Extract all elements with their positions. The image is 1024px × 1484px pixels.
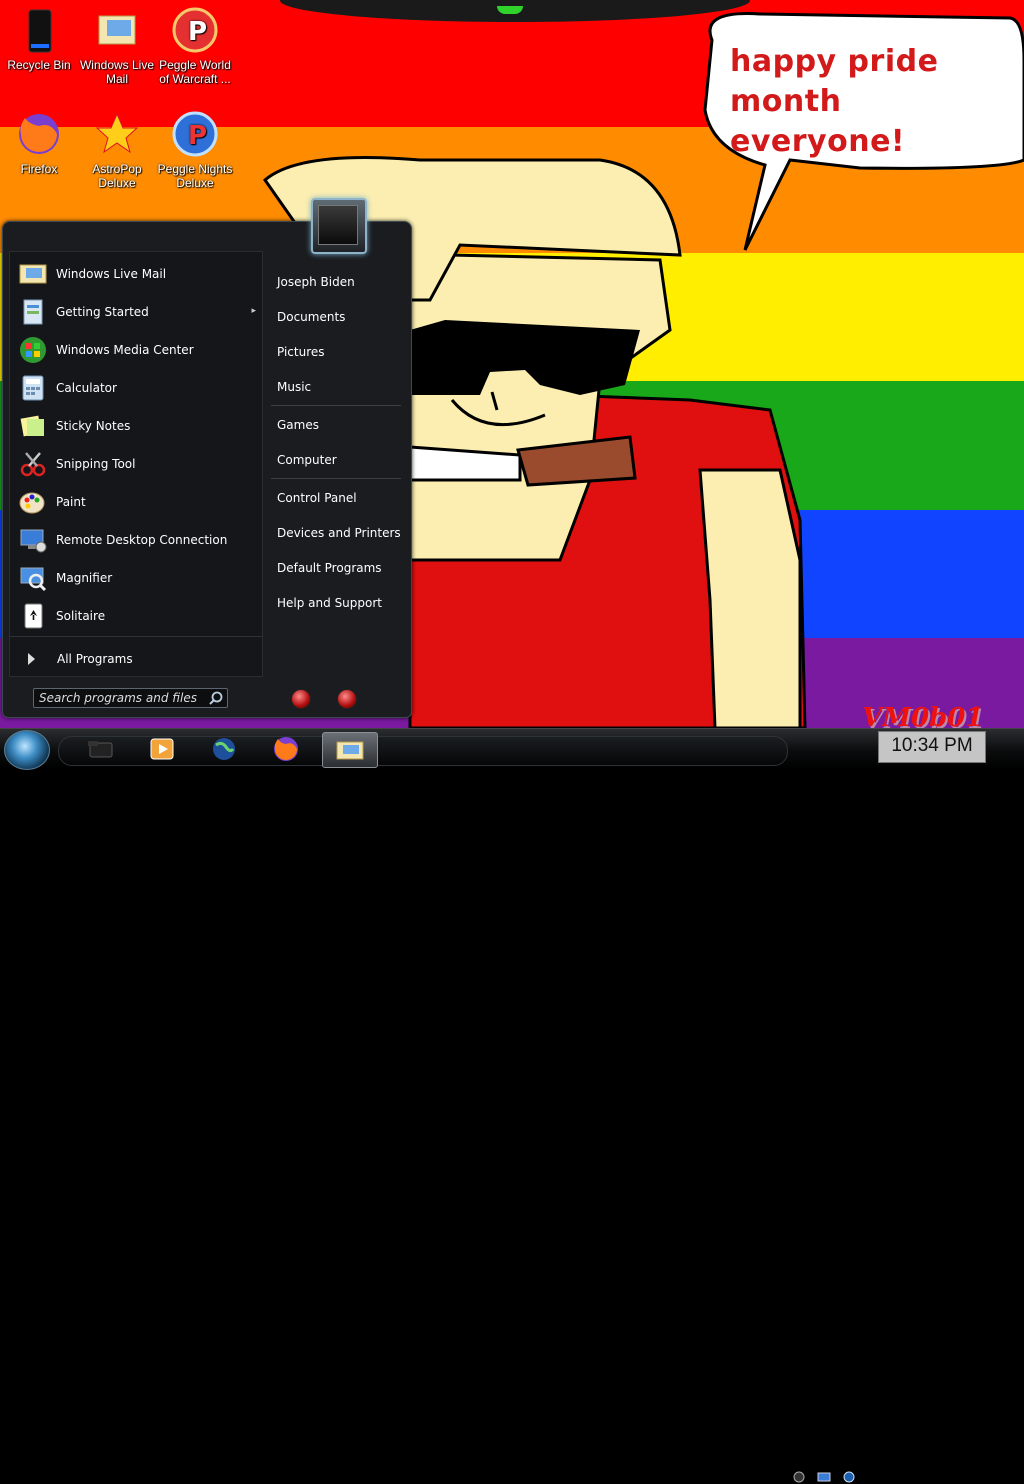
firefox-icon	[274, 737, 298, 761]
snipping-tool-icon	[20, 452, 46, 477]
solitaire-icon	[24, 603, 43, 629]
svg-text:P: P	[188, 17, 207, 47]
start-menu-places: Joseph Biden Documents Pictures Music Ga…	[265, 251, 405, 675]
media-center-icon	[20, 337, 46, 363]
taskbar-media-player[interactable]	[142, 732, 182, 766]
sticky-notes-icon	[20, 415, 44, 437]
desktop-icon-windows-live-mail[interactable]: Windows Live Mail	[78, 6, 156, 86]
remote-desktop-icon	[20, 529, 47, 553]
places-separator	[271, 405, 401, 406]
program-label: Snipping Tool	[56, 457, 136, 471]
program-label: Calculator	[56, 381, 117, 395]
program-magnifier[interactable]: Magnifier	[18, 560, 256, 596]
program-label: Sticky Notes	[56, 419, 131, 433]
search-box	[33, 688, 228, 708]
programs-separator	[10, 636, 262, 637]
taskbar	[0, 728, 1024, 1483]
shutdown-options-button[interactable]	[337, 689, 357, 709]
program-windows-media-center[interactable]: Windows Media Center	[18, 332, 256, 368]
taskbar-clock[interactable]: 10:34 PM	[878, 731, 986, 763]
taskbar-explorer[interactable]	[80, 732, 120, 766]
speech-line-1: happy pride month	[730, 44, 939, 119]
notch-indicator	[497, 6, 523, 14]
arrow-right-icon	[28, 653, 35, 665]
start-button[interactable]	[4, 730, 50, 770]
magnifier-icon	[20, 567, 47, 592]
mail-icon	[93, 6, 141, 54]
getting-started-icon	[23, 299, 43, 325]
volume-icon[interactable]	[842, 1470, 856, 1484]
peggle-icon: P	[171, 6, 219, 54]
place-pictures[interactable]: Pictures	[277, 345, 325, 359]
desktop-icon-label: AstroPop Deluxe	[92, 162, 142, 190]
taskbar-windows-live-mail[interactable]	[322, 732, 378, 768]
program-label: Windows Live Mail	[56, 267, 167, 281]
place-games[interactable]: Games	[277, 418, 319, 432]
program-paint[interactable]: Paint	[18, 484, 256, 520]
start-menu-programs: Windows Live Mail Getting Started ▸ Wind…	[9, 251, 263, 677]
desktop-icon-recycle-bin[interactable]: Recycle Bin	[0, 6, 78, 72]
desktop-icon-peggle-wow[interactable]: P Peggle World of Warcraft ...	[156, 6, 234, 86]
desktop-icon-astropop[interactable]: AstroPop Deluxe	[78, 110, 156, 190]
program-windows-live-mail[interactable]: Windows Live Mail	[18, 256, 256, 292]
search-input[interactable]	[39, 689, 204, 707]
desktop-icon-firefox[interactable]: Firefox	[0, 110, 78, 176]
globe-icon	[213, 738, 235, 760]
program-label: Remote Desktop Connection	[56, 533, 228, 547]
program-calculator[interactable]: Calculator	[18, 370, 256, 406]
place-help-support[interactable]: Help and Support	[277, 596, 382, 610]
program-label: Windows Media Center	[56, 343, 194, 357]
speech-bubble-text: happy pride month everyone!	[730, 42, 1024, 162]
program-label: Paint	[56, 495, 86, 509]
explorer-icon	[88, 741, 113, 758]
desktop-icon-peggle-nights[interactable]: P Peggle Nights Deluxe	[156, 110, 234, 190]
places-separator	[271, 478, 401, 479]
taskbar-globe[interactable]	[204, 732, 244, 766]
astropop-icon	[93, 110, 141, 158]
place-music[interactable]: Music	[277, 380, 311, 394]
program-remote-desktop[interactable]: Remote Desktop Connection	[18, 522, 256, 558]
user-picture[interactable]	[311, 198, 367, 254]
watermark: VM0b01	[862, 703, 984, 728]
user-picture-image	[318, 205, 358, 245]
desktop-icon-label: Peggle World of Warcraft ...	[159, 58, 231, 86]
svg-text:P: P	[188, 121, 207, 151]
program-snipping-tool[interactable]: Snipping Tool	[18, 446, 256, 482]
program-solitaire[interactable]: Solitaire	[18, 598, 256, 634]
mail-icon	[336, 741, 364, 760]
mail-icon	[19, 264, 47, 284]
place-control-panel[interactable]: Control Panel	[277, 491, 357, 505]
desktop-icon-label: Recycle Bin	[7, 58, 71, 72]
network-icon[interactable]	[792, 1470, 806, 1484]
place-user[interactable]: Joseph Biden	[277, 275, 355, 289]
submenu-arrow-icon: ▸	[251, 306, 256, 316]
recycle-bin-icon	[15, 6, 63, 54]
all-programs-label: All Programs	[57, 652, 133, 666]
all-programs-button[interactable]: All Programs	[22, 652, 133, 666]
peggle-nights-icon: P	[171, 110, 219, 158]
place-devices-printers[interactable]: Devices and Printers	[277, 526, 401, 540]
paint-icon	[19, 492, 45, 514]
program-sticky-notes[interactable]: Sticky Notes	[18, 408, 256, 444]
desktop-icon-label: Firefox	[20, 162, 58, 176]
program-label: Solitaire	[56, 609, 106, 623]
program-getting-started[interactable]: Getting Started ▸	[18, 294, 256, 330]
place-default-programs[interactable]: Default Programs	[277, 561, 382, 575]
shutdown-button[interactable]	[291, 689, 311, 709]
speech-line-2: everyone!	[730, 124, 906, 159]
media-player-icon	[150, 738, 174, 760]
place-documents[interactable]: Documents	[277, 310, 345, 324]
firefox-icon	[15, 110, 63, 158]
calculator-icon	[22, 375, 44, 401]
desktop-icon-label: Windows Live Mail	[79, 58, 155, 86]
search-icon[interactable]	[208, 690, 224, 706]
taskbar-firefox[interactable]	[266, 732, 306, 766]
program-label: Getting Started	[56, 305, 149, 319]
program-label: Magnifier	[56, 571, 113, 585]
action-center-icon[interactable]	[817, 1470, 831, 1484]
place-computer[interactable]: Computer	[277, 453, 337, 467]
start-menu: Windows Live Mail Getting Started ▸ Wind…	[2, 198, 412, 718]
desktop-icon-label: Peggle Nights Deluxe	[157, 162, 233, 190]
